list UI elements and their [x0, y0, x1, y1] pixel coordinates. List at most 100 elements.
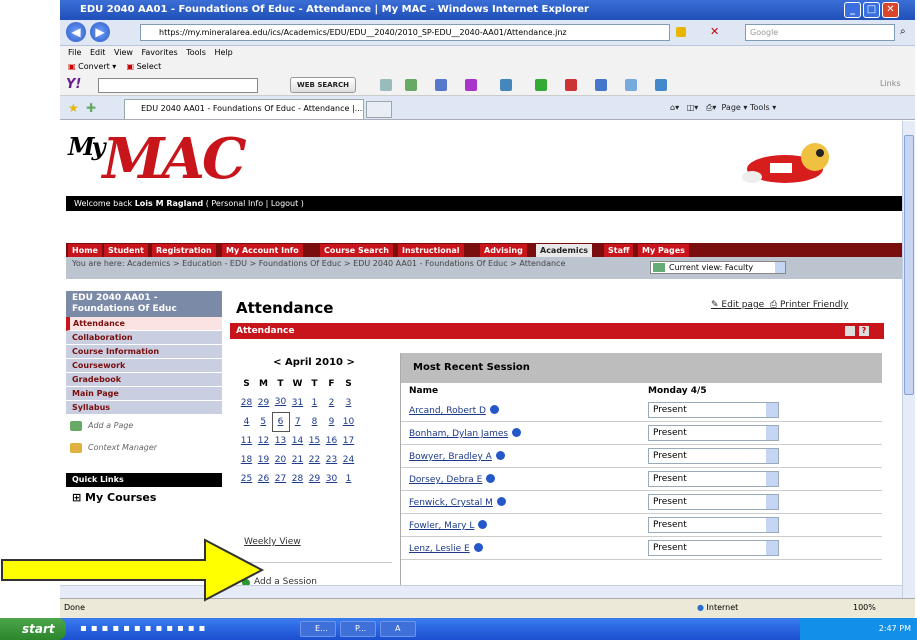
- calendar-day[interactable]: 23: [323, 450, 340, 469]
- attendance-status-select[interactable]: Present: [648, 494, 779, 510]
- attendance-status-select[interactable]: Present: [648, 540, 779, 556]
- calendar-day[interactable]: 12: [255, 431, 272, 450]
- nav-registration[interactable]: Registration: [152, 244, 216, 257]
- scrollbar-thumb[interactable]: [904, 135, 914, 395]
- student-name-link[interactable]: Dorsey, Debra E: [409, 474, 496, 485]
- convert-button[interactable]: ▣ Convert ▾: [68, 62, 116, 71]
- browser-tab-active[interactable]: EDU 2040 AA01 - Foundations Of Educ - At…: [124, 99, 364, 119]
- breadcrumb-text[interactable]: You are here: Academics > Education - ED…: [72, 259, 592, 268]
- links-label[interactable]: Links: [880, 79, 901, 88]
- calendar-day[interactable]: 18: [238, 450, 255, 469]
- student-name-link[interactable]: Fenwick, Crystal M: [409, 497, 506, 508]
- toolbar-icon-3[interactable]: [435, 79, 447, 91]
- zoom-level[interactable]: 100%: [853, 599, 876, 617]
- taskbar-button[interactable]: P...: [340, 621, 376, 637]
- nav-course-search[interactable]: Course Search: [320, 244, 393, 257]
- sidebar-item-coursework[interactable]: Coursework: [66, 359, 222, 373]
- search-input[interactable]: Google: [745, 24, 895, 41]
- print-icon[interactable]: ⎙▾: [706, 103, 716, 112]
- start-button[interactable]: start: [0, 618, 66, 640]
- calendar-day[interactable]: 29: [306, 469, 323, 488]
- taskbar-button[interactable]: E...: [300, 621, 336, 637]
- info-icon[interactable]: [512, 428, 522, 437]
- calendar-day[interactable]: 1: [340, 469, 357, 488]
- close-button[interactable]: ✕: [882, 2, 899, 18]
- edit-page-link[interactable]: Edit page: [721, 300, 764, 310]
- calendar-day[interactable]: 24: [340, 450, 357, 469]
- url-input[interactable]: https://my.mineralarea.edu/ics/Academics…: [140, 24, 670, 41]
- calendar-day[interactable]: 31: [289, 393, 306, 412]
- favorites-star-icon[interactable]: ★: [68, 101, 79, 115]
- feeds-icon[interactable]: ◫▾: [687, 103, 699, 112]
- calendar-day[interactable]: 4: [238, 412, 255, 431]
- toolbar-icon-10[interactable]: [655, 79, 667, 91]
- context-manager-link[interactable]: Context Manager: [66, 437, 222, 459]
- calendar-day[interactable]: 10: [340, 412, 357, 431]
- calendar-day[interactable]: 11: [238, 431, 255, 450]
- calendar-day[interactable]: 26: [255, 469, 272, 488]
- menu-file[interactable]: File: [68, 48, 81, 57]
- student-name-link[interactable]: Fowler, Mary L: [409, 520, 488, 531]
- attendance-status-select[interactable]: Present: [648, 402, 779, 418]
- calendar-day[interactable]: 9: [323, 412, 340, 431]
- student-name-link[interactable]: Bowyer, Bradley A: [409, 451, 505, 462]
- minimize-button[interactable]: _: [844, 2, 861, 18]
- nav-academics[interactable]: Academics: [536, 244, 593, 257]
- calendar-day[interactable]: 14: [289, 431, 306, 450]
- vertical-scrollbar[interactable]: [902, 121, 915, 598]
- calendar-day[interactable]: 1: [306, 393, 323, 412]
- stop-icon[interactable]: ✕: [710, 25, 719, 38]
- calendar-day[interactable]: 29: [255, 393, 272, 412]
- calendar-day[interactable]: 22: [306, 450, 323, 469]
- calendar-day[interactable]: 25: [238, 469, 255, 488]
- student-name-link[interactable]: Lenz, Leslie E: [409, 543, 483, 554]
- nav-my-account-info[interactable]: My Account Info: [222, 244, 303, 257]
- calendar-day[interactable]: 20: [272, 450, 289, 469]
- mymac-logo[interactable]: MyMAC: [68, 129, 247, 189]
- select-button[interactable]: ▣ Select: [126, 62, 161, 71]
- toolbar-icon-6[interactable]: [535, 79, 547, 91]
- new-tab-button[interactable]: [366, 101, 392, 118]
- attendance-status-select[interactable]: Present: [648, 448, 779, 464]
- toolbar-icon-1[interactable]: [380, 79, 392, 91]
- calendar-day[interactable]: 5: [255, 412, 272, 431]
- calendar-day[interactable]: 30: [272, 393, 289, 412]
- sidebar-item-course-information[interactable]: Course Information: [66, 345, 222, 359]
- calendar-day[interactable]: 13: [272, 431, 289, 450]
- attendance-status-select[interactable]: Present: [648, 517, 779, 533]
- nav-my-pages[interactable]: My Pages: [638, 244, 689, 257]
- info-icon[interactable]: [478, 520, 488, 529]
- current-view-select[interactable]: Current view: Faculty: [650, 261, 786, 274]
- my-courses-link[interactable]: ⊞ My Courses: [66, 487, 222, 509]
- welcome-links[interactable]: ( Personal Info | Logout ): [203, 199, 304, 208]
- menu-edit[interactable]: Edit: [90, 48, 106, 57]
- quick-launch-icons[interactable]: ▪▪▪▪▪▪▪▪▪▪▪▪: [80, 623, 280, 635]
- taskbar-button[interactable]: A: [380, 621, 416, 637]
- calendar-day[interactable]: 7: [289, 412, 306, 431]
- add-favorite-icon[interactable]: ✚: [86, 101, 96, 115]
- add-page-link[interactable]: Add a Page: [66, 415, 222, 437]
- forward-button[interactable]: ▶: [90, 22, 110, 42]
- toolbar-icon-5[interactable]: [500, 79, 512, 91]
- attendance-status-select[interactable]: Present: [648, 471, 779, 487]
- info-icon[interactable]: [496, 497, 506, 506]
- menu-help[interactable]: Help: [214, 48, 232, 57]
- maximize-button[interactable]: □: [863, 2, 880, 18]
- sidebar-item-collaboration[interactable]: Collaboration: [66, 331, 222, 345]
- toolbar-icon-8[interactable]: [595, 79, 607, 91]
- calendar-day[interactable]: 28: [238, 393, 255, 412]
- student-name-link[interactable]: Bonham, Dylan James: [409, 428, 522, 439]
- web-search-button[interactable]: WEB SEARCH: [290, 77, 356, 93]
- next-month-button[interactable]: >: [346, 357, 354, 368]
- menu-tools[interactable]: Tools: [186, 48, 206, 57]
- help-icon[interactable]: ?: [859, 326, 869, 336]
- info-icon[interactable]: [473, 543, 483, 552]
- nav-home[interactable]: Home: [68, 244, 102, 257]
- attendance-status-select[interactable]: Present: [648, 425, 779, 441]
- sidebar-item-gradebook[interactable]: Gradebook: [66, 373, 222, 387]
- nav-student[interactable]: Student: [104, 244, 148, 257]
- calendar-day[interactable]: 16: [323, 431, 340, 450]
- info-icon[interactable]: [489, 405, 499, 414]
- sidebar-item-main-page[interactable]: Main Page: [66, 387, 222, 401]
- info-icon[interactable]: [486, 474, 496, 483]
